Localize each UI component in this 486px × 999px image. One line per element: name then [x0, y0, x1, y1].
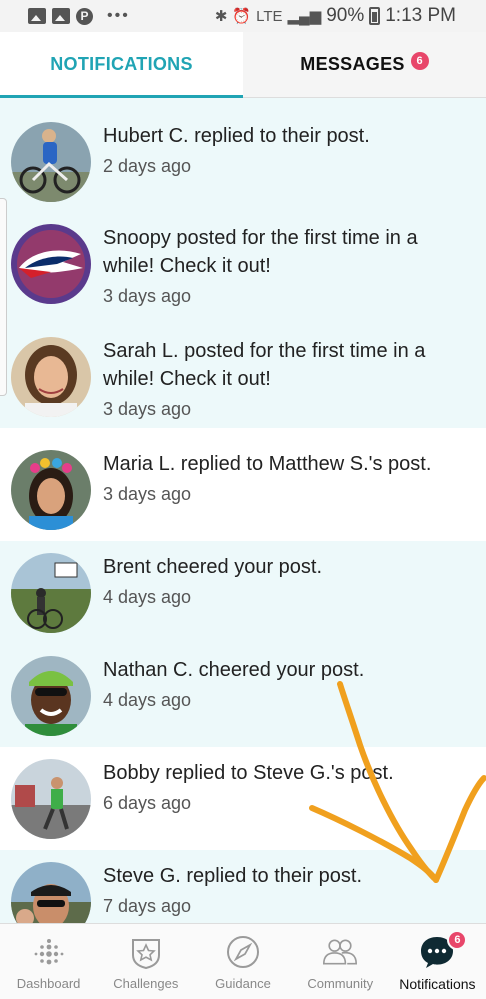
avatar[interactable]	[11, 122, 91, 202]
notification-text: Hubert C. replied to their post.	[103, 125, 370, 147]
notification-text: Maria L. replied to Matthew S.'s post.	[103, 453, 432, 475]
notification-text: Steve G. replied to their post.	[103, 865, 363, 887]
avatar[interactable]	[11, 656, 91, 736]
notification-text: Bobby replied to Steve G.'s post.	[103, 762, 394, 784]
notification-time: 4 days ago	[103, 587, 192, 607]
tab-messages-label: MESSAGES	[300, 54, 405, 74]
more-notifications-icon: •••	[107, 7, 130, 24]
notification-content: Sarah L. posted for the first time in a …	[103, 337, 473, 420]
nav-guidance[interactable]: Guidance	[194, 924, 291, 999]
nav-dashboard-label: Dashboard	[16, 976, 81, 991]
signal-icon: ▂▄▆	[287, 8, 322, 25]
notification-content: Brent cheered your post. 4 days ago	[103, 553, 473, 608]
community-people-icon	[322, 934, 358, 970]
gallery-icon	[52, 8, 70, 24]
notification-text: Sarah L. posted for the first time in a …	[103, 340, 426, 390]
notification-text: Brent cheered your post.	[103, 556, 323, 578]
notification-row[interactable]: Nathan C. cheered your post. 4 days ago	[0, 644, 486, 747]
nav-community[interactable]: Community	[292, 924, 389, 999]
avatar[interactable]	[11, 862, 91, 923]
notification-row[interactable]: Steve G. replied to their post. 7 days a…	[0, 850, 486, 923]
notification-content: Maria L. replied to Matthew S.'s post. 3…	[103, 450, 473, 505]
notifications-badge: 6	[447, 930, 468, 950]
notification-text: Snoopy posted for the first time in a wh…	[103, 227, 418, 277]
tab-notifications[interactable]: NOTIFICATIONS	[0, 32, 243, 98]
bluetooth-icon: ✱	[214, 8, 228, 25]
nav-challenges[interactable]: Challenges	[97, 924, 194, 999]
nav-community-label: Community	[307, 976, 374, 991]
notification-content: Snoopy posted for the first time in a wh…	[103, 224, 473, 307]
status-left: P •••	[28, 7, 130, 25]
notification-content: Bobby replied to Steve G.'s post. 6 days…	[103, 759, 473, 814]
bottom-nav: Dashboard Challenges Guidance Community …	[0, 923, 486, 999]
app-root: P ••• ✱ ⏰ LTE ▂▄▆ 90% 1:13 PM NOTIFICATI…	[0, 0, 486, 999]
network-type: LTE	[256, 7, 283, 25]
notification-time: 2 days ago	[103, 156, 192, 176]
messages-badge: 6	[410, 51, 429, 70]
notification-content: Nathan C. cheered your post. 4 days ago	[103, 656, 473, 711]
star-shield-icon	[128, 934, 164, 970]
notification-content: Hubert C. replied to their post. 2 days …	[103, 122, 473, 177]
notification-row[interactable]: Maria L. replied to Matthew S.'s post. 3…	[0, 428, 486, 541]
battery-percent: 90%	[326, 5, 365, 26]
dashboard-dots-icon	[31, 934, 67, 970]
notification-time: 3 days ago	[103, 399, 192, 419]
nav-dashboard[interactable]: Dashboard	[0, 924, 97, 999]
battery-icon	[369, 7, 381, 25]
notification-row[interactable]: Snoopy posted for the first time in a wh…	[0, 202, 486, 315]
avatar[interactable]	[11, 450, 91, 530]
nav-challenges-label: Challenges	[113, 976, 179, 991]
avatar[interactable]	[11, 224, 91, 304]
nav-notifications[interactable]: 6 Notifications	[389, 924, 486, 999]
notification-row[interactable]: Bobby replied to Steve G.'s post. 6 days…	[0, 747, 486, 850]
pinterest-icon: P	[76, 7, 93, 25]
notification-time: 4 days ago	[103, 690, 192, 710]
tab-bar: NOTIFICATIONS MESSAGES 6	[0, 32, 486, 98]
tab-messages[interactable]: MESSAGES 6	[243, 32, 486, 97]
notification-time: 3 days ago	[103, 484, 192, 504]
gallery-icon	[28, 8, 46, 24]
edge-panel-handle[interactable]	[0, 198, 7, 396]
status-bar: P ••• ✱ ⏰ LTE ▂▄▆ 90% 1:13 PM	[0, 0, 486, 32]
notification-time: 3 days ago	[103, 286, 192, 306]
clock: 1:13 PM	[385, 5, 456, 26]
avatar[interactable]	[11, 759, 91, 839]
compass-icon	[225, 934, 261, 970]
notification-row[interactable]: Sarah L. posted for the first time in a …	[0, 315, 486, 428]
notification-list[interactable]: Hubert C. replied to their post. 2 days …	[0, 98, 486, 923]
nav-notifications-label: Notifications	[399, 976, 476, 992]
notification-row[interactable]: Brent cheered your post. 4 days ago	[0, 541, 486, 644]
notification-text: Nathan C. cheered your post.	[103, 659, 365, 681]
chat-bubble-icon: 6	[419, 930, 468, 970]
avatar[interactable]	[11, 553, 91, 633]
nav-guidance-label: Guidance	[215, 976, 271, 991]
notification-row[interactable]: Hubert C. replied to their post. 2 days …	[0, 98, 486, 202]
notification-time: 7 days ago	[103, 896, 192, 916]
notification-content: Steve G. replied to their post. 7 days a…	[103, 862, 473, 917]
tab-notifications-label: NOTIFICATIONS	[50, 54, 193, 74]
avatar[interactable]	[11, 337, 91, 417]
alarm-icon: ⏰	[232, 8, 252, 25]
notification-time: 6 days ago	[103, 793, 192, 813]
status-right: ✱ ⏰ LTE ▂▄▆ 90% 1:13 PM	[215, 5, 456, 27]
